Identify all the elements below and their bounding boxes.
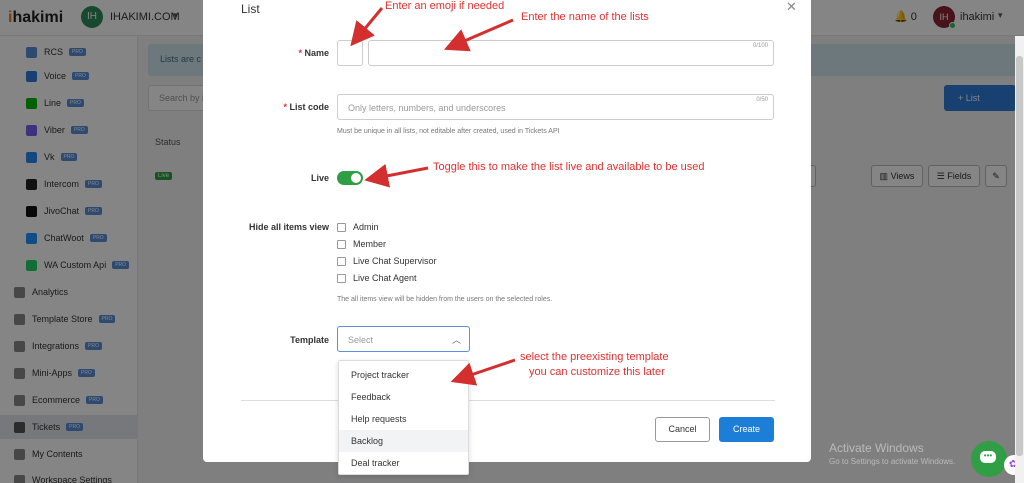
template-select[interactable]: Select ︿	[337, 326, 470, 352]
live-label: Live	[310, 173, 329, 183]
hide-items-help: The all items view will be hidden from t…	[337, 296, 553, 303]
template-dropdown: Project tracker Feedback Help requests B…	[338, 360, 469, 475]
role-checkbox-live-chat-supervisor[interactable]: Live Chat Supervisor	[337, 256, 437, 266]
close-icon[interactable]: ✕	[786, 0, 797, 15]
checkbox[interactable]	[337, 222, 346, 232]
name-input[interactable]: 0/100	[368, 40, 774, 66]
annotation-emoji: Enter an emoji if needed	[385, 0, 505, 12]
dropdown-option[interactable]: Deal tracker	[339, 452, 468, 474]
dropdown-option[interactable]: Project tracker	[339, 364, 468, 386]
list-code-placeholder: Only letters, numbers, and underscores	[348, 103, 506, 113]
checkbox[interactable]	[337, 239, 346, 249]
hide-items-label: Hide all items view	[248, 222, 329, 232]
checkbox[interactable]	[337, 256, 346, 266]
list-code-input[interactable]: Only letters, numbers, and underscores 0…	[337, 94, 774, 120]
emoji-input[interactable]	[337, 40, 363, 66]
live-toggle[interactable]	[337, 171, 363, 185]
role-label: Live Chat Agent	[353, 273, 417, 283]
activate-windows-text: Go to Settings to activate Windows.	[829, 457, 956, 466]
dropdown-option[interactable]: Backlog	[339, 430, 468, 452]
scrollbar-thumb[interactable]	[1016, 56, 1023, 456]
divider	[241, 400, 775, 401]
chat-widget-button[interactable]: •••	[971, 441, 1007, 477]
annotation-template-line1: select the preexisting template	[520, 351, 669, 363]
dropdown-option[interactable]: Feedback	[339, 386, 468, 408]
role-label: Live Chat Supervisor	[353, 256, 437, 266]
annotation-template-line2: you can customize this later	[529, 366, 665, 378]
chat-bubble-icon: •••	[980, 451, 996, 463]
list-code-counter: 0/50	[756, 97, 768, 103]
name-counter: 0/100	[752, 43, 768, 49]
role-checkbox-live-chat-agent[interactable]: Live Chat Agent	[337, 273, 417, 283]
role-checkbox-admin[interactable]: Admin	[337, 222, 379, 232]
chevron-up-icon: ︿	[451, 335, 461, 345]
modal-title: List	[241, 2, 260, 16]
name-label: * Name	[298, 48, 329, 58]
annotation-toggle: Toggle this to make the list live and av…	[433, 161, 705, 173]
cancel-button[interactable]: Cancel	[655, 417, 710, 442]
activate-windows-title: Activate Windows	[829, 441, 924, 455]
toggle-knob	[351, 173, 361, 183]
dropdown-option[interactable]: Help requests	[339, 408, 468, 430]
list-code-label: * List code	[283, 102, 329, 112]
role-checkbox-member[interactable]: Member	[337, 239, 386, 249]
role-label: Admin	[353, 222, 379, 232]
annotation-name: Enter the name of the lists	[521, 11, 649, 23]
list-code-help: Must be unique in all lists, not editabl…	[337, 128, 560, 135]
template-label: Template	[290, 335, 329, 345]
template-placeholder: Select	[348, 335, 374, 345]
scrollbar[interactable]	[1015, 36, 1024, 483]
checkbox[interactable]	[337, 273, 346, 283]
role-label: Member	[353, 239, 387, 249]
create-button[interactable]: Create	[719, 417, 774, 442]
create-list-modal: List ✕ * Name 0/100 * List code Only let…	[203, 0, 811, 462]
